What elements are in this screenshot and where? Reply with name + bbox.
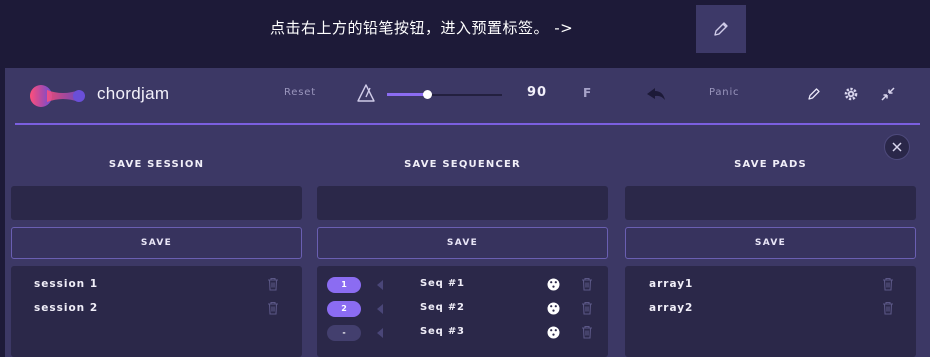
- trash-icon[interactable]: [581, 277, 593, 291]
- save-pads-title: SAVE PADS: [734, 159, 807, 170]
- brand-name: chordjam: [97, 84, 170, 103]
- list-item[interactable]: session 2: [11, 299, 302, 319]
- metronome-icon[interactable]: [356, 83, 376, 103]
- save-sequencer-button[interactable]: SAVE: [317, 227, 608, 259]
- sequence-name: Seq #1: [420, 278, 465, 289]
- pencil-icon: [714, 22, 728, 36]
- slot-badge[interactable]: 1: [327, 277, 361, 293]
- trash-icon[interactable]: [882, 301, 894, 315]
- list-item[interactable]: array1: [625, 275, 916, 295]
- top-toolbar: chordjam Reset 90 F Panic: [5, 68, 930, 124]
- arrow-left-icon: [377, 304, 383, 314]
- trash-icon[interactable]: [581, 325, 593, 339]
- list-item[interactable]: session 1: [11, 275, 302, 295]
- sequencer-name-input[interactable]: [317, 186, 608, 220]
- session-list: session 1 session 2: [11, 266, 302, 357]
- collapse-icon: [881, 87, 895, 101]
- sequencer-list: 1 Seq #1 2 Seq #2 - Seq #3: [317, 266, 608, 357]
- list-item[interactable]: - Seq #3: [317, 323, 608, 343]
- close-icon: [892, 142, 902, 152]
- slider-thumb[interactable]: [423, 90, 433, 99]
- list-item[interactable]: array2: [625, 299, 916, 319]
- close-button[interactable]: [884, 134, 910, 160]
- session-name: session 2: [34, 302, 99, 314]
- slot-badge[interactable]: -: [327, 325, 361, 341]
- trash-icon[interactable]: [267, 301, 279, 315]
- session-name: session 1: [34, 278, 99, 290]
- instruction-text: 点击右上方的铅笔按钮，进入预置标签。 ->: [270, 19, 574, 37]
- list-item[interactable]: 1 Seq #1: [317, 275, 608, 295]
- bpm-value[interactable]: 90: [527, 85, 547, 100]
- save-pads-button[interactable]: SAVE: [625, 227, 916, 259]
- panic-button[interactable]: Panic: [709, 87, 739, 98]
- trash-icon[interactable]: [581, 301, 593, 315]
- dice-icon[interactable]: [547, 326, 560, 339]
- gear-icon: [844, 87, 858, 101]
- save-session-title: SAVE SESSION: [108, 159, 205, 170]
- banner-pencil-button[interactable]: [696, 5, 746, 53]
- pads-list: array1 array2: [625, 266, 916, 357]
- settings-button[interactable]: [841, 84, 861, 104]
- arrow-left-icon: [377, 328, 383, 338]
- chordjam-window: chordjam Reset 90 F Panic SAVE SESSION S…: [5, 68, 930, 357]
- pencil-icon: [808, 88, 820, 100]
- slider-fill: [387, 93, 428, 96]
- tempo-slider[interactable]: [387, 89, 502, 101]
- sequence-name: Seq #2: [420, 302, 465, 313]
- save-session-button[interactable]: SAVE: [11, 227, 302, 259]
- sequence-name: Seq #3: [420, 326, 465, 337]
- toolbar-divider: [15, 123, 920, 125]
- edit-presets-button[interactable]: [804, 84, 824, 104]
- slot-badge[interactable]: 2: [327, 301, 361, 317]
- collapse-button[interactable]: [878, 84, 898, 104]
- dice-icon[interactable]: [547, 278, 560, 291]
- save-sequencer-title: SAVE SEQUENCER: [404, 159, 521, 170]
- arrow-left-icon: [377, 280, 383, 290]
- pads-name: array2: [649, 302, 694, 314]
- pads-name: array1: [649, 278, 694, 290]
- trash-icon[interactable]: [882, 277, 894, 291]
- key-selector[interactable]: F: [583, 86, 591, 100]
- instruction-banner: 点击右上方的铅笔按钮，进入预置标签。 ->: [0, 0, 930, 68]
- trash-icon[interactable]: [267, 277, 279, 291]
- chordjam-logo-icon: [30, 85, 85, 107]
- dice-icon[interactable]: [547, 302, 560, 315]
- reset-button[interactable]: Reset: [284, 87, 316, 98]
- pads-name-input[interactable]: [625, 186, 916, 220]
- session-name-input[interactable]: [11, 186, 302, 220]
- list-item[interactable]: 2 Seq #2: [317, 299, 608, 319]
- undo-icon[interactable]: [645, 85, 667, 103]
